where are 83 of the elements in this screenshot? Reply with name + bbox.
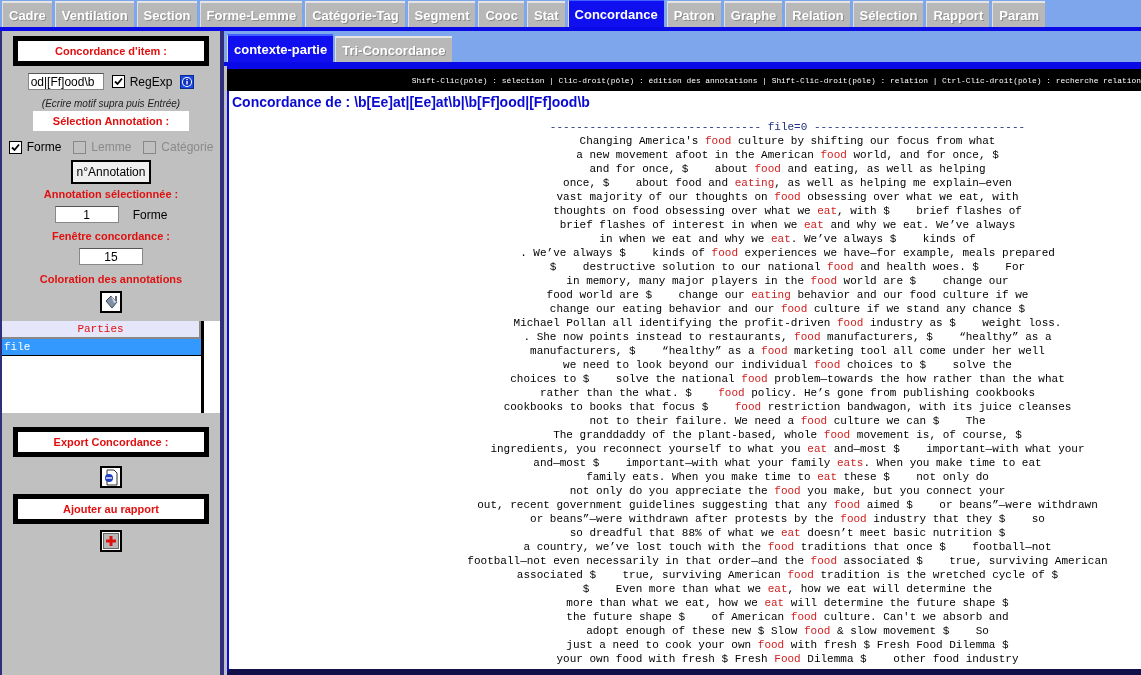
tab[interactable]: Param xyxy=(992,1,1045,27)
concordance-line: $ Even more than what we eat, how we eat will determine the xyxy=(582,582,993,596)
paint-bucket-icon xyxy=(103,294,119,310)
concordance-line: once, $ about food and eating, as well as helping me explain—even xyxy=(563,176,1012,190)
tab[interactable]: Graphe xyxy=(723,1,783,27)
concordance-title: Concordance de : \b[Ee]at|[Ee]at\b|\b[Ff]ood|[Ff]ood\b xyxy=(232,94,591,110)
tab[interactable]: Catégorie-Tag xyxy=(305,1,405,27)
concordance-line: vast majority of our thoughts on food obsessing over what we eat, with xyxy=(556,190,1019,204)
pattern-field[interactable]: od|[Ff]ood\b xyxy=(27,73,104,90)
concordance-line: a country, we’ve lost touch with the food traditions that once $ football—not xyxy=(523,540,1052,554)
annotation-button[interactable]: n°Annotation xyxy=(70,160,152,184)
concordance-line: food world are $ change our eating behavior and our food culture if we xyxy=(546,288,1029,302)
tab[interactable]: Section xyxy=(136,1,197,27)
field-label: Coloration des annotations xyxy=(39,273,183,285)
concordance-line: $ destructive solution to our national food and health woes. $ For xyxy=(549,260,1026,274)
tab[interactable]: Forme-Lemme xyxy=(199,1,303,27)
checkmark-icon xyxy=(113,77,123,86)
section-title: Export Concordance : xyxy=(13,427,209,457)
section-title: Concordance d'item : xyxy=(13,36,209,66)
concordance-line: . She now points instead to restaurants, food manufacturers, $ “healthy” as a xyxy=(523,330,1052,344)
concordance-line: thoughts on food obsessing over what we eat, with $ brief flashes of xyxy=(553,204,1022,218)
section-title: Ajouter au rapport xyxy=(13,494,209,524)
tab[interactable]: Rapport xyxy=(926,1,990,27)
concordance-line: a new movement afoot in the American food world, and for once, $ xyxy=(576,148,999,162)
regexp-checkbox[interactable]: RegExp xyxy=(111,74,173,89)
file-separator: -------------------------------- file=0 -------------------------------- xyxy=(549,120,1026,134)
tab[interactable]: Ventilation xyxy=(54,1,134,27)
hint-text: (Ecrire motif supra puis Entrée) xyxy=(41,98,181,109)
concordance-line: brief flashes of interest in when we eat and why we eat. We’ve always xyxy=(559,218,1016,232)
export-button[interactable] xyxy=(100,466,122,488)
concordance-line: just a need to cook your own food with fresh $ Fresh Food Dilemma $ xyxy=(566,638,1009,652)
concordance-line: the future shape $ of American food culture. Can't we absorb and xyxy=(566,610,1009,624)
concordance-line: choices to $ solve the national food problem—towards the how rather than the what xyxy=(510,372,1065,386)
checkmark-icon xyxy=(10,142,20,152)
concordance-line: manufacturers, $ “healthy” as a food marketing tool all come under her well xyxy=(530,344,1045,358)
info-icon[interactable] xyxy=(180,74,195,89)
tab[interactable]: Cooc xyxy=(478,1,524,27)
concordance-line: we need to look beyond our individual food choices to $ solve the xyxy=(563,358,1012,372)
annotation-unit: Forme xyxy=(132,207,168,222)
section-title: Sélection Annotation : xyxy=(33,111,189,131)
paint-bucket-button[interactable] xyxy=(100,291,122,313)
tab[interactable]: Segment xyxy=(407,1,476,27)
tab[interactable]: Stat xyxy=(527,1,565,27)
column-header: Parties xyxy=(2,321,201,339)
concordance-line: and—most $ important—with what your family eats. When you make time to eat xyxy=(533,456,1042,470)
tab[interactable]: Concordance xyxy=(567,0,664,27)
add-button[interactable] xyxy=(100,530,122,552)
concordance-line: football—not even necessarily in that order—and the food associated $ true, surviving American xyxy=(467,554,1108,568)
field-label: Annotation sélectionnée : xyxy=(43,188,179,200)
concordance-line: Changing America's food culture by shifting our focus from what xyxy=(579,134,996,148)
concordance-line: family eats. When you make time to eat these $ not only do xyxy=(586,470,989,484)
tab[interactable]: Sélection xyxy=(852,1,924,27)
field-label: Fenêtre concordance : xyxy=(52,230,170,242)
annotation-field[interactable]: 1 xyxy=(54,206,119,223)
concordance-line: The granddaddy of the plant-based, whole food movement is, of course, $ xyxy=(553,428,1022,442)
concordance-line: adopt enough of these new $ Slow food & slow movement $ So xyxy=(586,624,989,638)
document-icon xyxy=(103,468,119,486)
concordance-line: Michael Pollan all identifying the profit-driven food industry as $ weight loss. xyxy=(513,316,1062,330)
tab[interactable]: Patron xyxy=(666,1,721,27)
concordance-line: out, recent government guidelines suggesting that any food aimed $ or beans”—were withdrawn xyxy=(477,498,1098,512)
annotation-checkbox[interactable]: Forme xyxy=(8,140,62,154)
window-field[interactable]: 15 xyxy=(79,248,143,265)
tab[interactable]: Cadre xyxy=(2,1,52,27)
concordance-line: and for once, $ about food and eating, as well as helping xyxy=(589,162,986,176)
concordance-line: so dreadful that 88% of what we eat doesn’t meet basic nutrition $ xyxy=(569,526,1006,540)
part-item[interactable]: file xyxy=(2,339,201,356)
concordance-line: ingredients, you reconnect yourself to what you eat and—most $ important—with what your xyxy=(490,442,1085,456)
concordance-line: not only do you appreciate the food you make, but you connect your xyxy=(569,484,1006,498)
concordance-line: . We’ve always $ kinds of food experiences we have—for example, meals prepared xyxy=(520,246,1055,260)
concordance-line: cookbooks to books that focus $ food restriction bandwagon, with its juice cleanses xyxy=(503,400,1072,414)
concordance-line: associated $ true, surviving American food tradition is the wretched cycle of $ xyxy=(516,568,1059,582)
concordance-line: more than what we eat, how we eat will determine the future shape $ xyxy=(566,596,1009,610)
concordance-line: in memory, many major players in the food world are $ change our xyxy=(566,274,1009,288)
plus-icon xyxy=(103,533,119,549)
concordance-line: rather than the what. $ food policy. He’s gone from publishing cookbooks xyxy=(539,386,1036,400)
concordance-line: in when we eat and why we eat. We’ve always $ kinds of xyxy=(599,232,976,246)
concordance-line: not to their failure. We need a food culture we can $ The xyxy=(589,414,986,428)
tab[interactable]: Tri-Concordance xyxy=(335,36,452,62)
tab[interactable]: Relation xyxy=(785,1,850,27)
concordance-line: change our eating behavior and our food culture if we stand any chance $ xyxy=(549,302,1026,316)
concordance-line: or beans”—were withdrawn after protests by the food industry that they $ so xyxy=(530,512,1045,526)
concordance-line: your own food with fresh $ Fresh Food Dilemma $ other food industry xyxy=(556,652,1019,666)
tab[interactable]: contexte-partie xyxy=(227,34,334,62)
